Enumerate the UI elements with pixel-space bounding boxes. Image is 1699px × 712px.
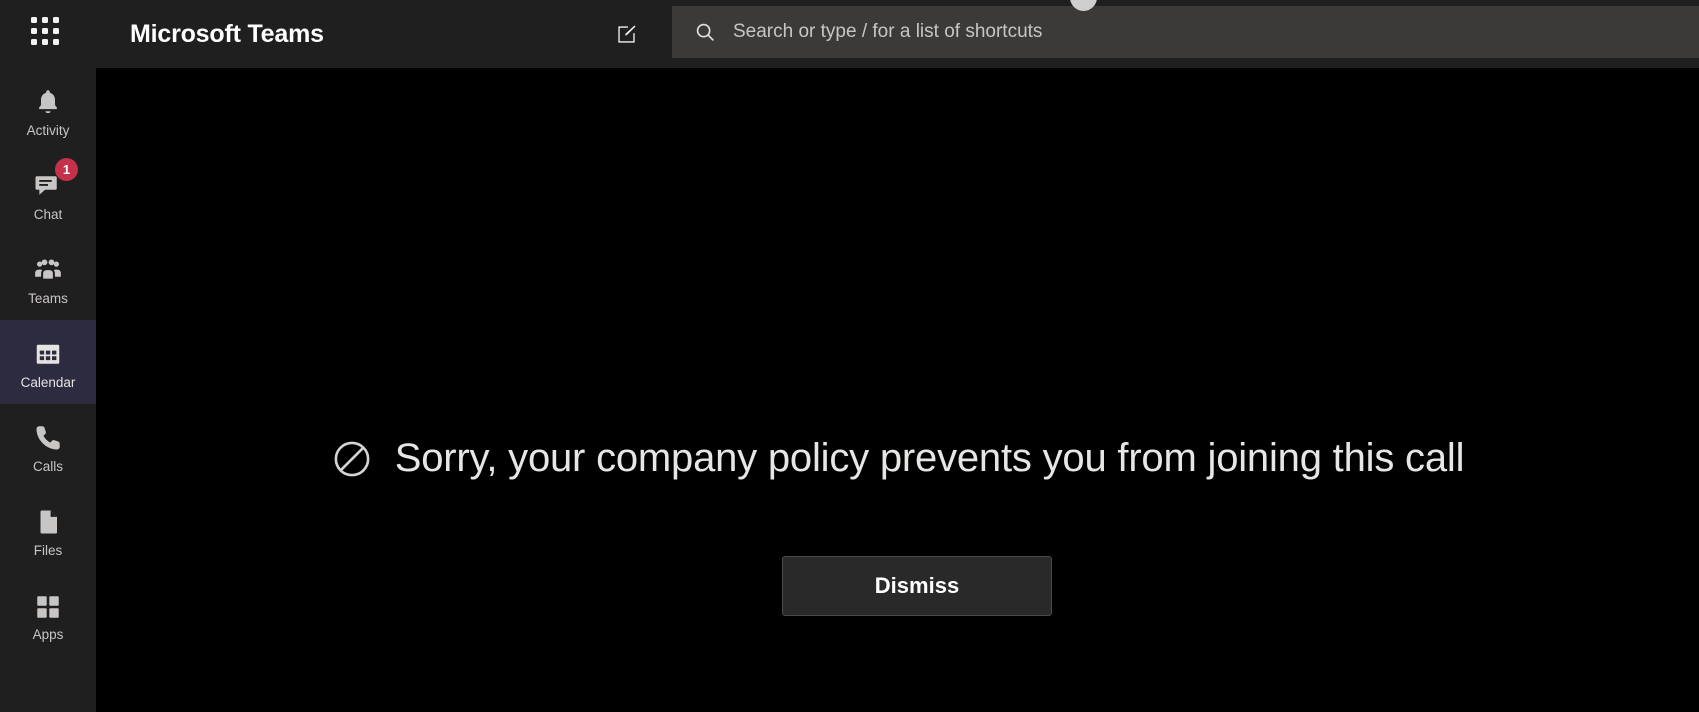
grid-dot — [42, 17, 48, 23]
chat-unread-badge: 1 — [55, 157, 78, 181]
phone-icon — [33, 419, 63, 453]
sidebar-item-calls[interactable]: Calls — [0, 404, 96, 488]
grid-dot — [31, 17, 37, 23]
app-rail: Activity 1 Chat Teams Calendar Calls Fil… — [0, 68, 96, 712]
apps-grid-icon — [34, 587, 62, 621]
bell-icon — [33, 83, 63, 117]
call-stage: Sorry, your company policy prevents you … — [96, 68, 1699, 712]
blocked-circle-slash-icon — [334, 441, 370, 476]
grid-apps-icon[interactable] — [21, 11, 69, 51]
sidebar-item-calendar[interactable]: Calendar — [0, 320, 96, 404]
sidebar-item-label: Calls — [32, 458, 63, 474]
teams-window: Microsoft Teams Search or type / for a l… — [0, 0, 1699, 712]
sidebar-item-label: Calendar — [20, 374, 76, 390]
grid-dot — [31, 28, 37, 34]
sidebar-item-label: Teams — [28, 290, 68, 306]
dismiss-button[interactable]: Dismiss — [782, 556, 1052, 616]
app-header: Microsoft Teams Search or type / for a l… — [0, 0, 1699, 68]
sidebar-item-chat[interactable]: 1 Chat — [0, 152, 96, 236]
calendar-icon — [33, 335, 63, 369]
chat-bubble-icon: 1 — [33, 157, 78, 201]
people-icon — [33, 251, 63, 285]
policy-message-text: Sorry, your company policy prevents you … — [394, 436, 1465, 480]
grid-dot — [31, 39, 37, 45]
grid-dot — [42, 28, 48, 34]
grid-dot — [53, 17, 59, 23]
search-icon — [696, 23, 714, 41]
app-title: Microsoft Teams — [130, 20, 324, 48]
sidebar-item-label: Files — [33, 542, 63, 558]
file-document-icon — [33, 503, 63, 537]
sidebar-item-activity[interactable]: Activity — [0, 68, 96, 152]
grid-dot — [53, 39, 59, 45]
sidebar-item-apps[interactable]: Apps — [0, 572, 96, 656]
sidebar-item-files[interactable]: Files — [0, 488, 96, 572]
sidebar-item-label: Apps — [32, 626, 64, 642]
sidebar-item-label: Activity — [26, 122, 70, 138]
sidebar-item-label: Chat — [33, 206, 63, 222]
search-input[interactable]: Search or type / for a list of shortcuts — [672, 6, 1699, 58]
grid-dot — [53, 28, 59, 34]
policy-message: Sorry, your company policy prevents you … — [96, 436, 1699, 481]
sidebar-item-teams[interactable]: Teams — [0, 236, 96, 320]
grid-dot — [42, 39, 48, 45]
search-placeholder: Search or type / for a list of shortcuts — [733, 21, 1043, 42]
compose-edit-icon[interactable] — [608, 17, 644, 51]
